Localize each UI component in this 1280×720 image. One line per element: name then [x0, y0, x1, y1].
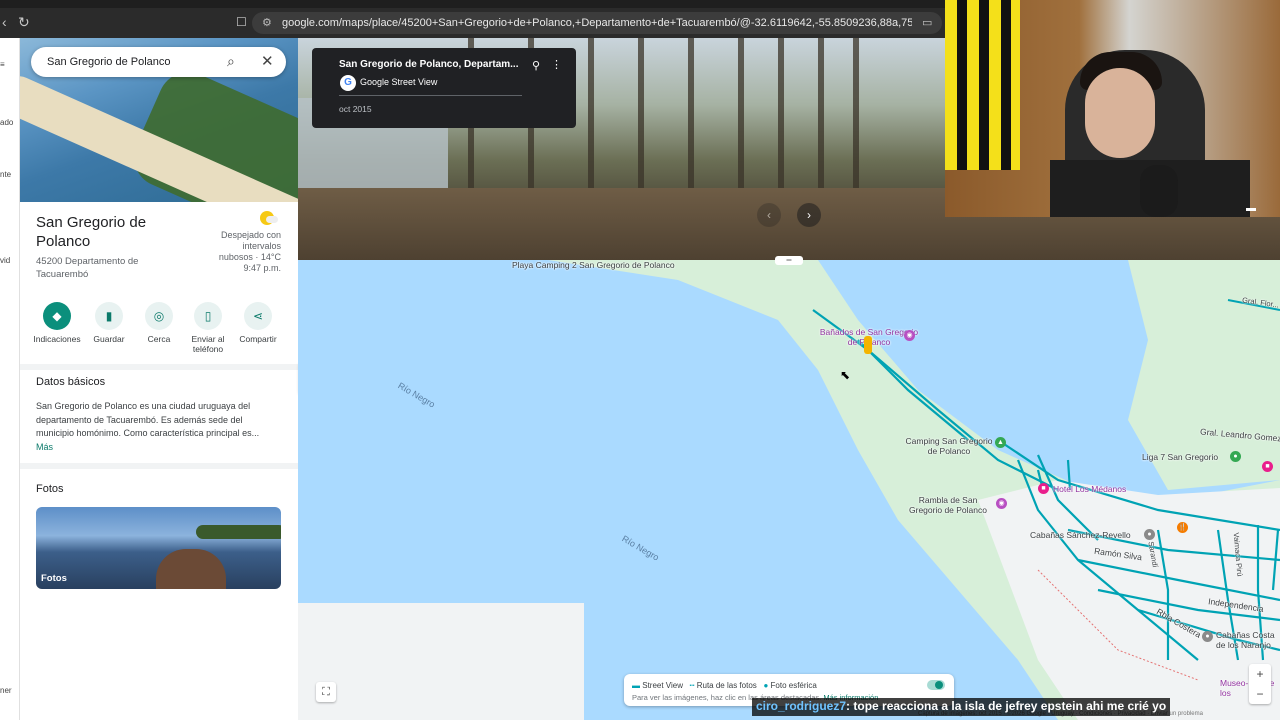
about-heading: Datos básicos	[36, 376, 106, 388]
bookmark-icon: ▮	[95, 302, 123, 330]
map-label-liga[interactable]: Liga 7 San Gregorio	[1142, 452, 1218, 462]
maps-left-rail: ≡ ado nte vid ner	[0, 38, 20, 720]
street-view-info-card: San Gregorio de Polanco, Departam... ⚲ ⋮…	[312, 48, 576, 128]
search-box[interactable]: San Gregorio de Polanco ⌕ ✕	[31, 47, 286, 77]
screenshot-icon[interactable]: ▭	[922, 16, 932, 29]
address-bar[interactable]: ⚙ google.com/maps/place/45200+San+Gregor…	[252, 12, 942, 34]
send-to-phone-label: Enviar al teléfono	[191, 334, 225, 354]
map-label-rambla[interactable]: Rambla de San Gregorio de Polanco	[902, 495, 994, 515]
share-icon: ⋖	[244, 302, 272, 330]
more-link[interactable]: Más	[36, 442, 53, 452]
rail-label-ner[interactable]: ner	[0, 686, 12, 695]
about-body: San Gregorio de Polanco es una ciudad ur…	[36, 401, 260, 438]
divider	[20, 463, 298, 469]
map-canvas[interactable]: Playa Camping 2 San Gregorio de Polanco …	[298, 260, 1280, 720]
hotel-icon[interactable]: ■	[1038, 483, 1049, 494]
menu-icon[interactable]: ≡	[0, 60, 5, 69]
landmark-icon[interactable]: ◉	[904, 330, 915, 341]
fullscreen-icon[interactable]: ⛶	[316, 682, 336, 702]
street-view-source: Google Street View	[360, 77, 438, 87]
chat-overlay: ciro_rodriguez7: tope reacciona a la isl…	[752, 698, 1171, 716]
nearby-icon: ◎	[145, 302, 173, 330]
hotel-icon[interactable]: ■	[1262, 461, 1273, 472]
map-label-hotel[interactable]: Hotel Los Médanos	[1053, 484, 1126, 494]
rail-label-saved[interactable]: ado	[0, 118, 13, 127]
search-input[interactable]: San Gregorio de Polanco	[47, 56, 171, 68]
rail-label-recent[interactable]: nte	[0, 170, 11, 179]
mouse-cursor: ⬉	[840, 368, 851, 382]
photos-heading: Fotos	[36, 483, 64, 495]
reload-icon[interactable]: ↻	[18, 14, 30, 31]
chat-username: ciro_rodriguez7	[756, 699, 847, 713]
about-text: San Gregorio de Polanco es una ciudad ur…	[36, 400, 276, 454]
weather-text: Despejado con intervalos nubosos · 14°C …	[218, 230, 281, 273]
legend-street-view: Street View	[642, 681, 683, 690]
pin-icon[interactable]: ⚲	[532, 59, 540, 72]
share-label: Compartir	[239, 334, 277, 344]
webcam-overlay: ▬	[945, 0, 1280, 217]
save-label: Guardar	[93, 334, 125, 344]
zoom-in-button[interactable]: +	[1249, 664, 1271, 684]
directions-icon: ◆	[43, 302, 71, 330]
legend-row: ▬ Street View ┅ Ruta de las fotos ● Foto…	[632, 681, 817, 690]
back-icon[interactable]: ‹	[2, 14, 7, 30]
lodging-icon[interactable]: ●	[1202, 631, 1213, 642]
minimize-icon[interactable]: ▬	[1246, 203, 1264, 217]
place-panel: San Gregorio de Polanco ⌕ ✕ San Gregorio…	[20, 38, 298, 720]
map-graphics	[298, 260, 1280, 720]
place-subtitle: 45200 Departamento de Tacuarembó	[36, 256, 139, 280]
phone-icon: ▯	[194, 302, 222, 330]
google-logo-icon: G	[340, 75, 356, 91]
screen: ‹ ↻ ☐ ⚙ google.com/maps/place/45200+San+…	[0, 0, 1280, 720]
legend-sphere: Foto esférica	[770, 681, 817, 690]
sports-icon[interactable]: ●	[1230, 451, 1241, 462]
action-buttons: ◆ Indicaciones ▮ Guardar ◎ Cerca ▯ Envia…	[30, 302, 292, 362]
restaurant-icon[interactable]: 🍴	[1177, 522, 1188, 533]
send-to-phone-button[interactable]: ▯ Enviar al teléfono	[181, 302, 235, 354]
directions-label: Indicaciones	[33, 334, 81, 344]
lodging-icon[interactable]: ●	[1144, 529, 1155, 540]
directions-button[interactable]: ◆ Indicaciones	[30, 302, 84, 344]
rail-label-vid[interactable]: vid	[0, 256, 10, 265]
share-button[interactable]: ⋖ Compartir	[231, 302, 285, 344]
url-text: google.com/maps/place/45200+San+Gregorio…	[282, 17, 912, 29]
nearby-label: Cerca	[147, 334, 171, 344]
search-icon[interactable]: ⌕	[227, 53, 235, 70]
bookmark-page-icon[interactable]: ☐	[236, 15, 247, 29]
map-label-camping[interactable]: Camping San Gregorio de Polanco	[904, 436, 994, 456]
street-view-date[interactable]: oct 2015	[339, 104, 372, 114]
street-view-toggle[interactable]	[927, 680, 945, 690]
map-label-cabanas[interactable]: Cabañas Sánchez-Revello	[1030, 530, 1131, 540]
nearby-button[interactable]: ◎ Cerca	[132, 302, 186, 344]
zoom-out-button[interactable]: −	[1249, 684, 1271, 704]
microphone	[1140, 165, 1178, 217]
street-view-title: San Gregorio de Polanco, Departam...	[339, 59, 519, 70]
chevron-right-icon[interactable]: ›	[797, 203, 821, 227]
map-label-playa-camping[interactable]: Playa Camping 2 San Gregorio de Polanco	[512, 260, 675, 270]
zoom-controls: + −	[1249, 664, 1271, 704]
resize-handle[interactable]: ═	[775, 256, 803, 265]
photos-thumbnail[interactable]: Fotos	[36, 507, 281, 589]
site-info-icon[interactable]: ⚙	[262, 16, 272, 29]
place-title: San Gregorio de Polanco	[36, 214, 147, 250]
legend-photo-route: Ruta de las fotos	[696, 681, 757, 690]
close-icon[interactable]: ✕	[261, 52, 274, 70]
divider	[20, 364, 298, 370]
camping-icon[interactable]: ▲	[995, 437, 1006, 448]
chevron-left-icon[interactable]: ‹	[757, 203, 781, 227]
chat-message: : tope reacciona a la isla de jefrey eps…	[846, 699, 1167, 713]
weather-icon	[260, 211, 278, 225]
landmark-icon[interactable]: ◉	[996, 498, 1007, 509]
photos-caption: Fotos	[41, 573, 67, 584]
map-label-naranjo[interactable]: Cabañas Costa de los Naranjo	[1216, 630, 1280, 650]
more-options-icon[interactable]: ⋮	[551, 58, 562, 71]
pegman-icon[interactable]	[864, 336, 872, 354]
save-button[interactable]: ▮ Guardar	[82, 302, 136, 344]
